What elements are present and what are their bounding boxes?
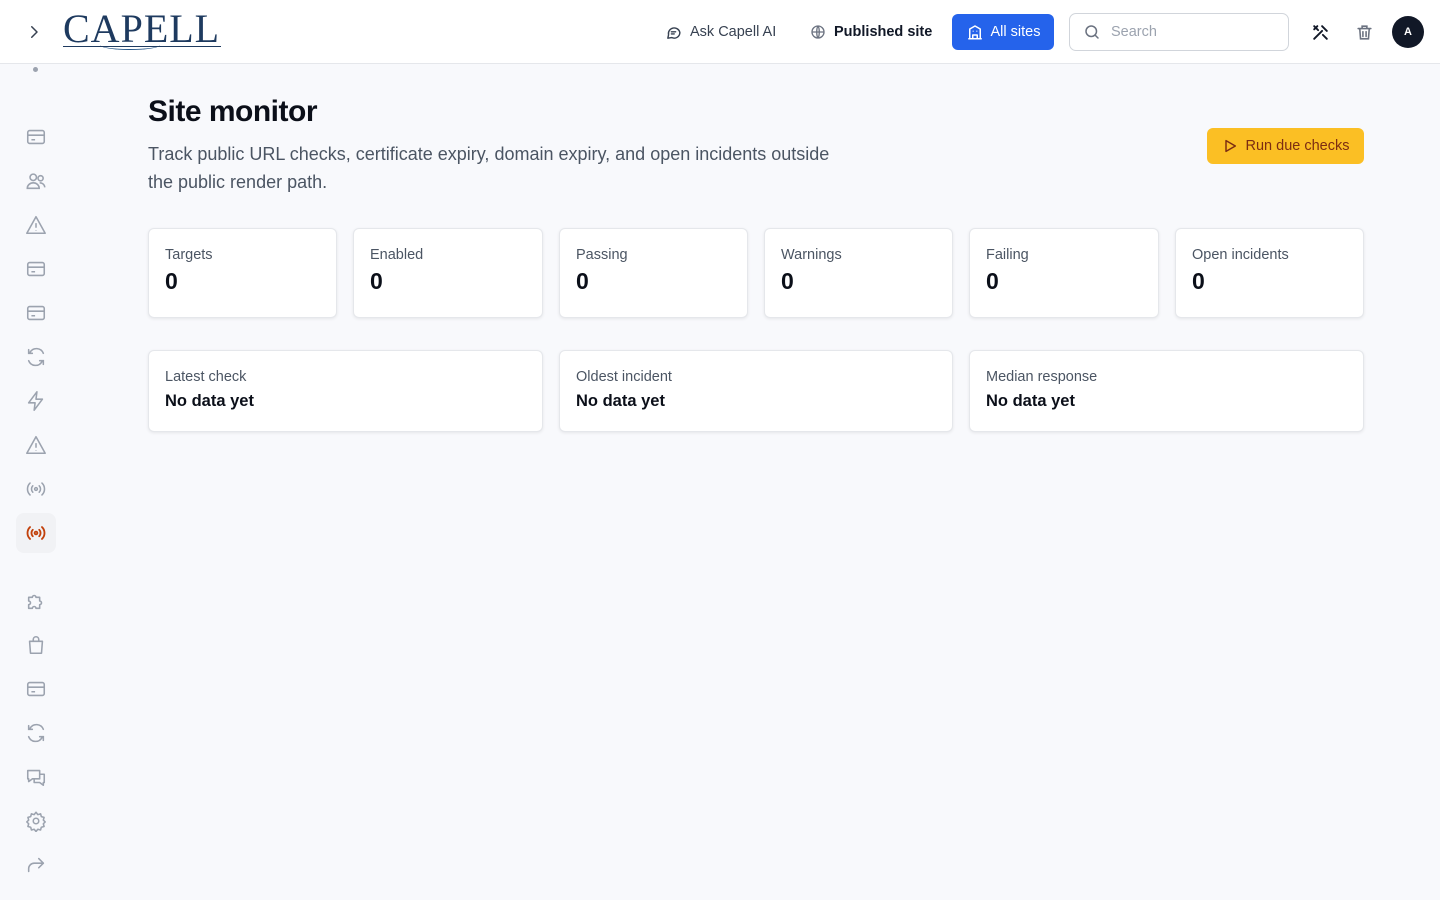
sidebar-dot [33, 67, 38, 72]
sidebar-item-alerts-2[interactable] [16, 425, 56, 465]
stat-card-warnings: Warnings 0 [764, 228, 953, 318]
sidebar-item-users[interactable] [16, 161, 56, 201]
lightning-icon [27, 391, 44, 411]
alert-triangle-icon [26, 215, 46, 235]
page-description: Track public URL checks, certificate exp… [148, 144, 830, 192]
info-value: No data yet [576, 392, 665, 410]
sidebar-item-shop[interactable] [16, 625, 56, 665]
all-sites-button[interactable]: All sites [952, 14, 1054, 50]
trash-button[interactable] [1352, 20, 1376, 44]
tools-icon [1312, 24, 1328, 40]
sidebar-item-card-3[interactable] [16, 293, 56, 333]
run-due-checks-label: Run due checks [1245, 138, 1350, 154]
sidebar-item-alerts-1[interactable] [16, 205, 56, 245]
chat-icon [667, 26, 681, 39]
expand-sidebar-button[interactable] [20, 18, 48, 46]
chevron-right-icon [31, 26, 38, 38]
tools-button[interactable] [1308, 20, 1332, 44]
shopping-bag-icon [28, 636, 44, 655]
logo-underline [63, 46, 221, 47]
stat-label: Passing [576, 247, 628, 263]
sidebar-item-sync-2[interactable] [16, 713, 56, 753]
stat-value: 0 [165, 268, 178, 294]
info-value: No data yet [165, 392, 254, 410]
stat-label: Enabled [370, 247, 424, 263]
stat-label: Failing [986, 247, 1029, 263]
sidebar-item-share[interactable] [16, 845, 56, 885]
share-icon [27, 857, 45, 873]
sidebar-item-settings[interactable] [16, 801, 56, 841]
all-sites-label: All sites [990, 24, 1041, 40]
puzzle-icon [27, 594, 43, 610]
sidebar-item-card-2[interactable] [16, 249, 56, 289]
info-card-latest-check: Latest check No data yet [148, 350, 543, 432]
card-icon [26, 129, 46, 145]
search-box [1069, 13, 1289, 51]
broadcast-icon [26, 482, 46, 496]
building-icon [967, 25, 982, 40]
chat-icon [26, 769, 46, 787]
sidebar-item-site-monitor[interactable] [16, 513, 56, 553]
stat-card-passing: Passing 0 [559, 228, 748, 318]
logo-swash [100, 40, 160, 50]
search-icon [1085, 25, 1099, 39]
search-input[interactable] [1111, 24, 1271, 40]
page-title: Site monitor [148, 95, 318, 128]
stat-card-targets: Targets 0 [148, 228, 337, 318]
sidebar [0, 65, 72, 900]
sidebar-item-broadcast[interactable] [16, 469, 56, 509]
info-card-median-response: Median response No data yet [969, 350, 1364, 432]
stat-label: Open incidents [1192, 247, 1289, 263]
stat-value: 0 [1192, 268, 1205, 294]
published-site-label: Published site [834, 24, 933, 40]
gear-icon [26, 811, 46, 832]
info-label: Median response [986, 369, 1098, 385]
stat-label: Warnings [781, 247, 842, 263]
info-label: Latest check [165, 369, 247, 385]
ask-capell-ai-button[interactable]: Ask Capell AI [665, 20, 776, 44]
sidebar-item-extensions[interactable] [16, 581, 56, 621]
card-icon [26, 681, 46, 697]
stat-value: 0 [370, 268, 383, 294]
users-icon [26, 173, 46, 190]
info-value: No data yet [986, 392, 1075, 410]
stat-value: 0 [781, 268, 794, 294]
stat-card-failing: Failing 0 [969, 228, 1159, 318]
refresh-icon [27, 347, 45, 367]
top-bar: CAPELL Ask Capell AI Published site All … [0, 0, 1440, 64]
sidebar-item-card-4[interactable] [16, 669, 56, 709]
ask-ai-label: Ask Capell AI [690, 24, 777, 40]
refresh-icon [27, 723, 45, 743]
info-label: Oldest incident [576, 369, 672, 385]
card-icon [26, 261, 46, 277]
globe-icon [811, 25, 825, 39]
alert-triangle-icon [26, 435, 46, 455]
stat-value: 0 [576, 268, 589, 294]
broadcast-icon [26, 526, 46, 540]
sidebar-item-automation[interactable] [16, 381, 56, 421]
published-site-link[interactable]: Published site [810, 20, 932, 44]
stat-card-open-incidents: Open incidents 0 [1175, 228, 1364, 318]
card-icon [26, 305, 46, 321]
sidebar-item-card-1[interactable] [16, 117, 56, 157]
sidebar-item-sync-1[interactable] [16, 337, 56, 377]
info-card-oldest-incident: Oldest incident No data yet [559, 350, 953, 432]
play-icon [1224, 139, 1236, 153]
run-due-checks-button[interactable]: Run due checks [1207, 128, 1364, 164]
stat-value: 0 [986, 268, 999, 294]
stat-label: Targets [165, 247, 213, 263]
avatar[interactable]: A [1392, 16, 1424, 48]
sidebar-item-messages[interactable] [16, 757, 56, 797]
trash-icon [1356, 24, 1372, 40]
stat-card-enabled: Enabled 0 [353, 228, 543, 318]
